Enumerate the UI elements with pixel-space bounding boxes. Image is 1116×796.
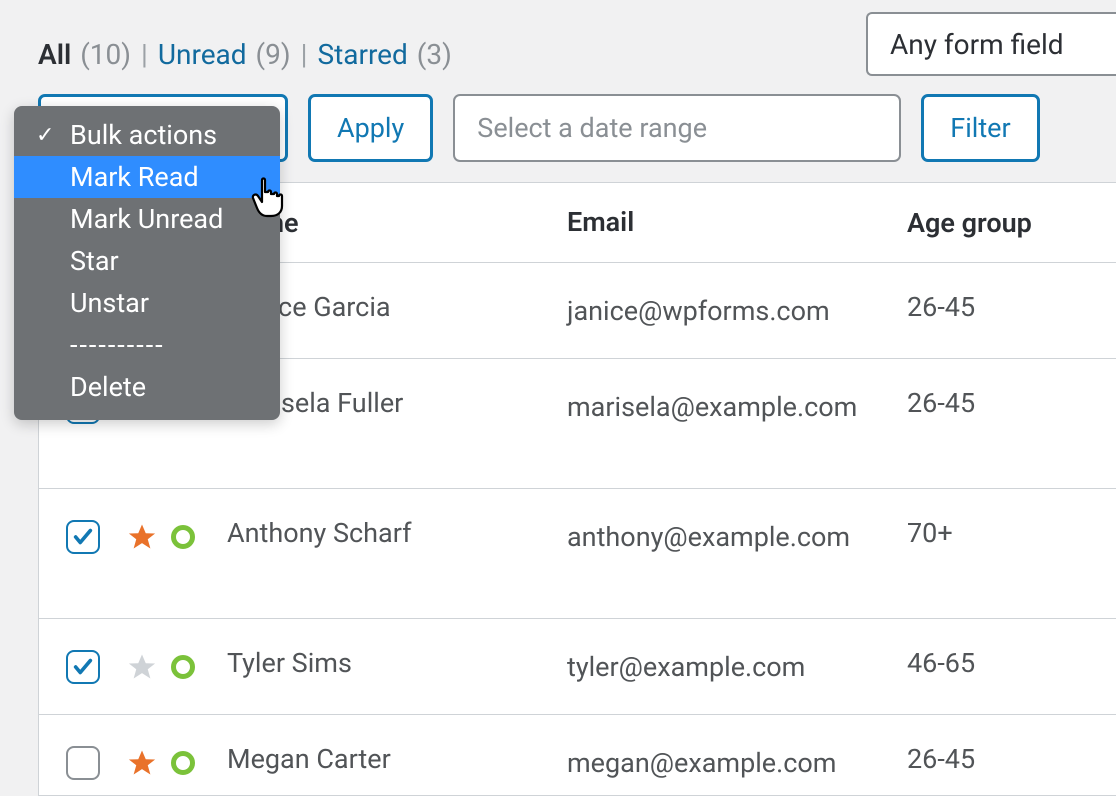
row-checkbox[interactable] — [66, 520, 100, 554]
date-range-input[interactable]: Select a date range — [453, 94, 901, 162]
bulk-option-unstar[interactable]: Unstar — [14, 282, 280, 324]
filter-tabs: All (10) | Unread (9) | Starred (3) — [38, 38, 452, 71]
bulk-option-mark-read[interactable]: Mark Read — [14, 156, 280, 198]
filter-starred[interactable]: Starred (3) — [317, 38, 451, 71]
filter-unread[interactable]: Unread (9) — [158, 38, 291, 71]
table-row: Tyler Simstyler@example.com46-65 — [39, 619, 1116, 715]
status-indicator-icon[interactable] — [171, 751, 195, 775]
bulk-option-divider: ---------- — [14, 324, 280, 366]
filter-all[interactable]: All (10) — [38, 38, 131, 71]
cell-age-group: 26-45 — [907, 291, 1097, 323]
cell-email: megan@example.com — [567, 743, 907, 784]
cell-age-group: 26-45 — [907, 387, 1097, 419]
cell-email: marisela@example.com — [567, 387, 907, 428]
status-indicator-icon[interactable] — [171, 525, 195, 549]
cell-age-group: 46-65 — [907, 647, 1097, 679]
cell-name: Tyler Sims — [227, 647, 567, 679]
cell-name: Megan Carter — [227, 743, 567, 775]
form-field-select[interactable]: Any form field — [866, 12, 1116, 76]
star-icon[interactable] — [127, 522, 157, 552]
bulk-option-star[interactable]: Star — [14, 240, 280, 282]
cell-email: janice@wpforms.com — [567, 291, 907, 332]
separator: | — [141, 38, 148, 71]
filter-button[interactable]: Filter — [921, 94, 1039, 162]
cell-email: tyler@example.com — [567, 647, 907, 688]
cell-age-group: 70+ — [907, 517, 1097, 549]
bulk-actions-menu: Bulk actions Mark Read Mark Unread Star … — [14, 106, 280, 420]
row-checkbox[interactable] — [66, 650, 100, 684]
form-field-select-label: Any form field — [890, 28, 1064, 61]
column-header-age[interactable]: Age group — [907, 207, 1097, 239]
bulk-option-delete[interactable]: Delete — [14, 366, 280, 408]
column-header-email[interactable]: Email — [567, 202, 907, 243]
cell-age-group: 26-45 — [907, 743, 1097, 775]
table-row: Megan Cartermegan@example.com26-45 — [39, 715, 1116, 795]
bulk-option-placeholder[interactable]: Bulk actions — [14, 114, 280, 156]
apply-button[interactable]: Apply — [308, 94, 433, 162]
separator: | — [301, 38, 308, 71]
table-row: Anthony Scharfanthony@example.com70+ — [39, 489, 1116, 619]
cell-email: anthony@example.com — [567, 517, 907, 558]
star-icon[interactable] — [127, 748, 157, 778]
cell-name: Anthony Scharf — [227, 517, 567, 549]
star-icon[interactable] — [127, 652, 157, 682]
status-indicator-icon[interactable] — [171, 655, 195, 679]
bulk-option-mark-unread[interactable]: Mark Unread — [14, 198, 280, 240]
row-checkbox[interactable] — [66, 746, 100, 780]
